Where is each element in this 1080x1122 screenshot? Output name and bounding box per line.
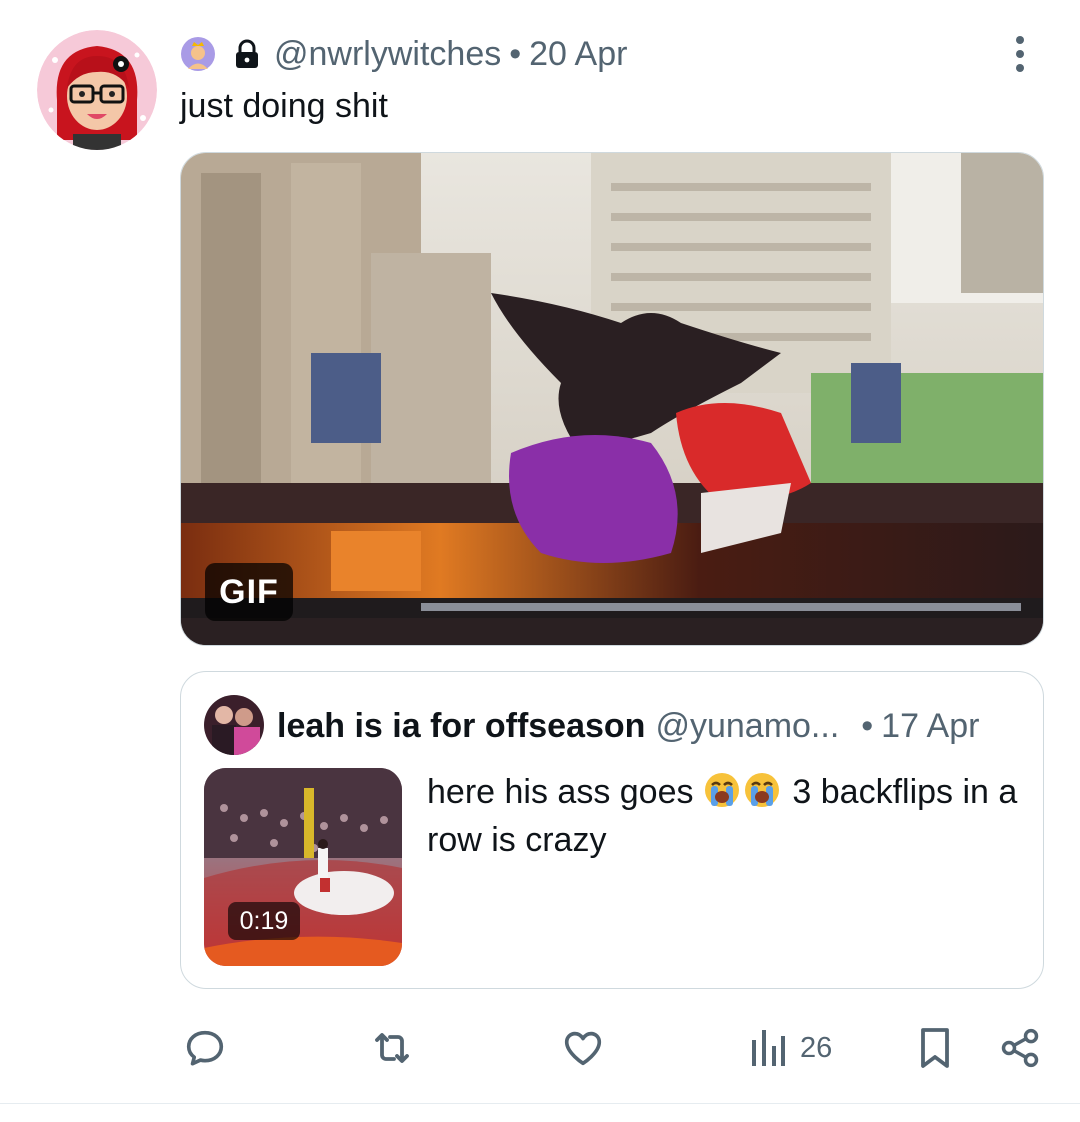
- loudly-crying-face-icon: [743, 771, 781, 809]
- video-duration: 0:19: [228, 902, 300, 940]
- quoted-author-handle[interactable]: @yunamo...: [655, 707, 839, 746]
- tweet-date[interactable]: 20 Apr: [529, 35, 627, 74]
- author-avatar[interactable]: [37, 30, 157, 150]
- quoted-video-thumbnail[interactable]: 0:19: [204, 768, 402, 966]
- separator-dot: •: [509, 34, 522, 73]
- more-options-icon[interactable]: [1004, 36, 1036, 76]
- views-count: 26: [800, 1031, 833, 1064]
- quoted-author-name[interactable]: leah is ia for offseason: [277, 707, 645, 746]
- action-bar: 26: [0, 1020, 1080, 1076]
- loudly-crying-face-icon: [703, 771, 741, 809]
- retweet-icon: [368, 1024, 416, 1072]
- author-handle[interactable]: @nwrlywitches: [274, 35, 501, 74]
- tweet-text: just doing shit: [180, 87, 388, 125]
- like-button[interactable]: [560, 1020, 606, 1076]
- quoted-tweet-header: leah is ia for offseason @yunamo... • 17…: [277, 702, 979, 750]
- tweet[interactable]: @nwrlywitches • 20 Apr just doing shit G…: [0, 0, 1080, 1104]
- gif-badge: GIF: [205, 563, 293, 621]
- quoted-tweet[interactable]: leah is ia for offseason @yunamo... • 17…: [180, 671, 1044, 989]
- retweet-button[interactable]: [368, 1020, 416, 1076]
- quoted-author-avatar[interactable]: [204, 695, 264, 755]
- quoted-text-part1: here his ass goes: [427, 773, 694, 811]
- bookmark-icon: [914, 1024, 956, 1072]
- tweet-header: @nwrlywitches • 20 Apr: [180, 30, 627, 78]
- bookmark-button[interactable]: [914, 1020, 956, 1076]
- person-with-crown-icon: [180, 36, 216, 72]
- share-button[interactable]: [998, 1020, 1042, 1076]
- quoted-tweet-date[interactable]: 17 Apr: [881, 707, 979, 746]
- reply-icon: [182, 1025, 228, 1071]
- gif-media[interactable]: GIF: [180, 152, 1044, 646]
- views-button[interactable]: 26: [750, 1020, 832, 1076]
- separator-dot: •: [861, 706, 874, 745]
- lock-icon: [234, 39, 260, 69]
- reply-button[interactable]: [182, 1020, 228, 1076]
- heart-icon: [560, 1025, 606, 1071]
- views-icon: [750, 1028, 786, 1068]
- tweet-divider: [0, 1103, 1080, 1104]
- quoted-tweet-text: here his ass goes 3 backflips in a row i…: [427, 768, 1027, 864]
- share-icon: [998, 1026, 1042, 1070]
